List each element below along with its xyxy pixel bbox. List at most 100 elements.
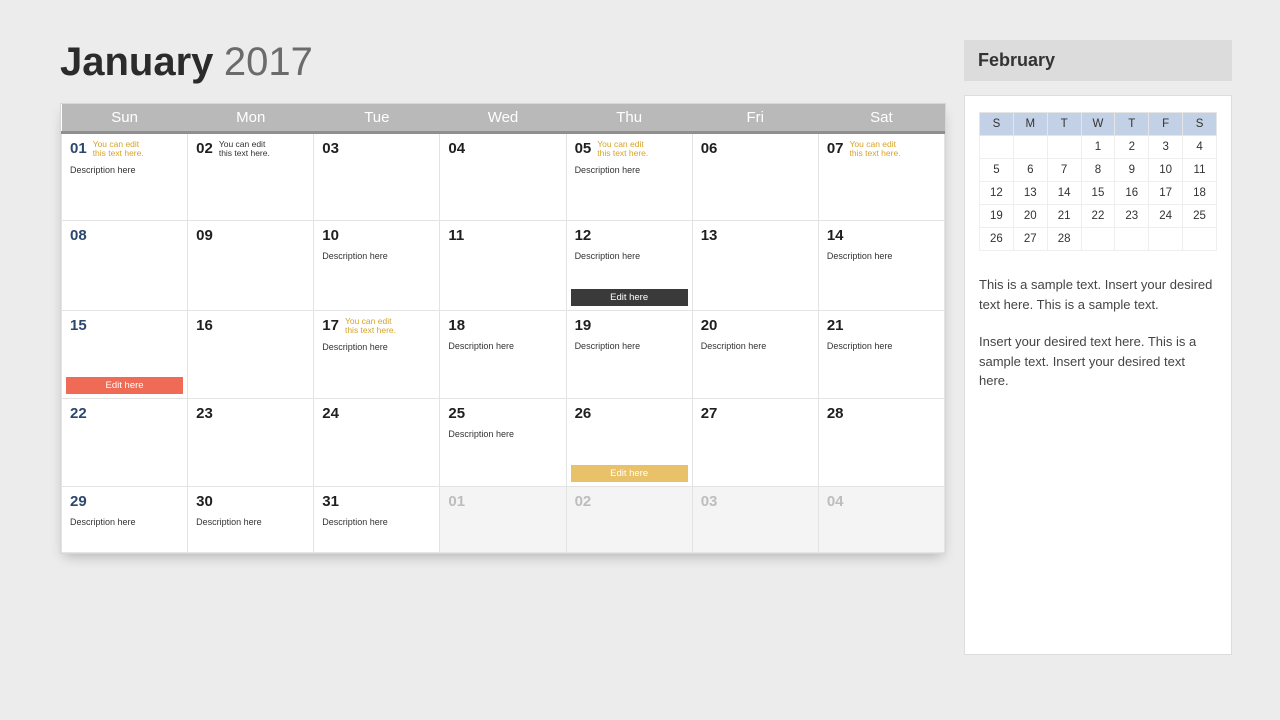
mini-cell[interactable]: 15 (1081, 182, 1115, 205)
mini-cell[interactable]: 11 (1183, 159, 1217, 182)
mini-cell[interactable]: . (1047, 136, 1081, 159)
calendar-cell[interactable]: 26 Edit here (566, 399, 692, 487)
mini-cell[interactable]: 17 (1149, 182, 1183, 205)
mini-cell[interactable]: 7 (1047, 159, 1081, 182)
calendar-cell[interactable]: 04 (440, 133, 566, 221)
cell-description[interactable]: Description here (701, 341, 810, 351)
calendar-cell[interactable]: 28 (818, 399, 944, 487)
calendar-cell[interactable]: 12Description hereEdit here (566, 221, 692, 311)
calendar-cell[interactable]: 01 (440, 487, 566, 553)
calendar-cell[interactable]: 03 (314, 133, 440, 221)
calendar-cell[interactable]: 23 (188, 399, 314, 487)
cell-note[interactable]: You can edit this text here. (345, 317, 407, 336)
calendar-cell[interactable]: 07You can edit this text here. (818, 133, 944, 221)
side-paragraph-2[interactable]: Insert your desired text here. This is a… (979, 332, 1217, 391)
mini-cell[interactable]: 16 (1115, 182, 1149, 205)
calendar-cell[interactable]: 17You can edit this text here.Descriptio… (314, 311, 440, 399)
calendar-cell[interactable]: 15Edit here (62, 311, 188, 399)
calendar-cell[interactable]: 08 (62, 221, 188, 311)
calendar-cell[interactable]: 19Description here (566, 311, 692, 399)
mini-cell[interactable]: 1 (1081, 136, 1115, 159)
calendar-cell[interactable]: 14Description here (818, 221, 944, 311)
cell-description[interactable]: Description here (322, 251, 431, 261)
mini-cell[interactable]: 4 (1183, 136, 1217, 159)
calendar-cell[interactable]: 18Description here (440, 311, 566, 399)
mini-cell[interactable]: 14 (1047, 182, 1081, 205)
mini-weekday-header: M (1013, 113, 1047, 136)
mini-cell[interactable]: 10 (1149, 159, 1183, 182)
mini-cell[interactable]: . (1183, 228, 1217, 251)
mini-cell[interactable]: 27 (1013, 228, 1047, 251)
cell-tag[interactable]: Edit here (571, 465, 688, 482)
calendar-cell[interactable]: 20Description here (692, 311, 818, 399)
day-number: 26 (575, 405, 592, 422)
mini-cell[interactable]: 25 (1183, 205, 1217, 228)
day-number: 02 (575, 493, 592, 510)
cell-description[interactable]: Description here (448, 341, 557, 351)
side-paragraph-1[interactable]: This is a sample text. Insert your desir… (979, 275, 1217, 314)
cell-description[interactable]: Description here (70, 165, 179, 175)
cell-description[interactable]: Description here (827, 251, 936, 261)
calendar-cell[interactable]: 01You can edit this text here.Descriptio… (62, 133, 188, 221)
mini-cell[interactable]: 9 (1115, 159, 1149, 182)
calendar-cell[interactable]: 04 (818, 487, 944, 553)
cell-description[interactable]: Description here (70, 517, 179, 527)
cell-description[interactable]: Description here (575, 251, 684, 261)
cell-description[interactable]: Description here (322, 342, 431, 352)
calendar-cell[interactable]: 09 (188, 221, 314, 311)
cell-description[interactable]: Description here (196, 517, 305, 527)
mini-cell[interactable]: 21 (1047, 205, 1081, 228)
mini-cell[interactable]: 6 (1013, 159, 1047, 182)
calendar-cell[interactable]: 29Description here (62, 487, 188, 553)
calendar-cell[interactable]: 11 (440, 221, 566, 311)
mini-cell[interactable]: 19 (980, 205, 1014, 228)
calendar-cell[interactable]: 02You can edit this text here. (188, 133, 314, 221)
cell-note[interactable]: You can edit this text here. (597, 140, 659, 159)
mini-cell[interactable]: 5 (980, 159, 1014, 182)
calendar-cell[interactable]: 02 (566, 487, 692, 553)
calendar-cell[interactable]: 21Description here (818, 311, 944, 399)
calendar-cell[interactable]: 22 (62, 399, 188, 487)
calendar-cell[interactable]: 13 (692, 221, 818, 311)
calendar-cell[interactable]: 25Description here (440, 399, 566, 487)
mini-cell[interactable]: 20 (1013, 205, 1047, 228)
mini-cell[interactable]: . (980, 136, 1014, 159)
calendar-cell[interactable]: 16 (188, 311, 314, 399)
cell-note[interactable]: You can edit this text here. (93, 140, 155, 159)
cell-description[interactable]: Description here (575, 165, 684, 175)
cell-tag[interactable]: Edit here (571, 289, 688, 306)
mini-weekday-header: S (980, 113, 1014, 136)
calendar-cell[interactable]: 10Description here (314, 221, 440, 311)
mini-cell[interactable]: 18 (1183, 182, 1217, 205)
calendar-cell[interactable]: 03 (692, 487, 818, 553)
cell-tag[interactable]: Edit here (66, 377, 183, 394)
mini-cell[interactable]: . (1081, 228, 1115, 251)
calendar-cell[interactable]: 31Description here (314, 487, 440, 553)
mini-cell[interactable]: 3 (1149, 136, 1183, 159)
mini-cell[interactable]: 24 (1149, 205, 1183, 228)
calendar-cell[interactable]: 05You can edit this text here.Descriptio… (566, 133, 692, 221)
mini-cell[interactable]: 28 (1047, 228, 1081, 251)
mini-cell[interactable]: 23 (1115, 205, 1149, 228)
mini-cell[interactable]: 13 (1013, 182, 1047, 205)
cell-description[interactable]: Description here (827, 341, 936, 351)
calendar-cell[interactable]: 24 (314, 399, 440, 487)
cell-description[interactable]: Description here (322, 517, 431, 527)
day-number: 03 (701, 493, 718, 510)
mini-cell[interactable]: 8 (1081, 159, 1115, 182)
cell-description[interactable]: Description here (448, 429, 557, 439)
mini-cell[interactable]: . (1115, 228, 1149, 251)
mini-cell[interactable]: . (1149, 228, 1183, 251)
calendar-cell[interactable]: 27 (692, 399, 818, 487)
weekday-header: Sat (818, 104, 944, 133)
calendar-cell[interactable]: 30Description here (188, 487, 314, 553)
calendar-cell[interactable]: 06 (692, 133, 818, 221)
cell-note[interactable]: You can edit this text here. (850, 140, 912, 159)
mini-cell[interactable]: 22 (1081, 205, 1115, 228)
cell-description[interactable]: Description here (575, 341, 684, 351)
mini-cell[interactable]: . (1013, 136, 1047, 159)
mini-cell[interactable]: 2 (1115, 136, 1149, 159)
mini-cell[interactable]: 12 (980, 182, 1014, 205)
mini-cell[interactable]: 26 (980, 228, 1014, 251)
cell-note[interactable]: You can edit this text here. (219, 140, 281, 159)
